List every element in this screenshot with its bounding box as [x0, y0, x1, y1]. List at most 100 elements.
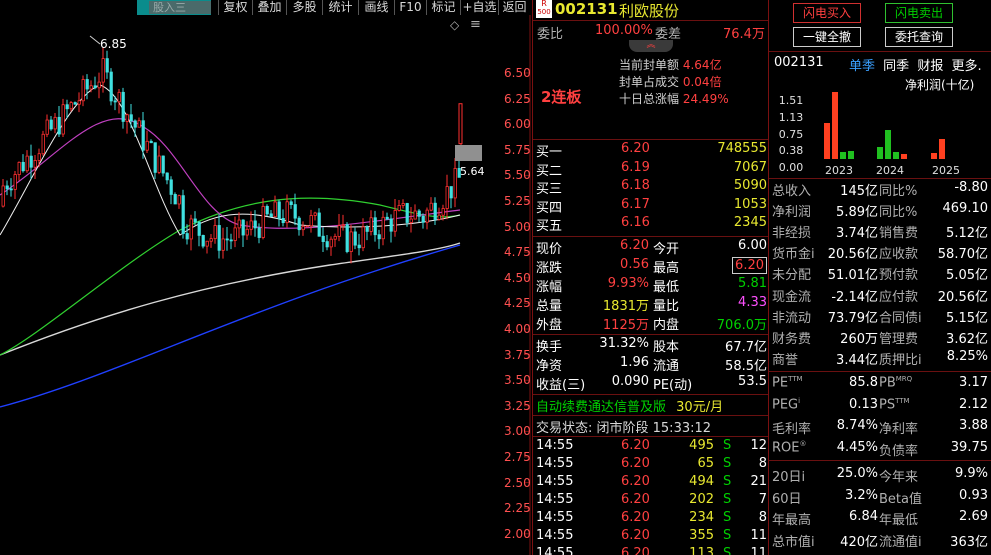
candle-body — [421, 215, 425, 223]
candle-body — [369, 217, 373, 232]
tick-count: 11 — [750, 528, 767, 543]
candle-body — [397, 205, 401, 211]
candle-body — [321, 235, 325, 242]
candle-body — [385, 216, 389, 220]
candle-body — [169, 179, 173, 195]
perf-value: 2.69 — [959, 509, 988, 524]
fin-row: 现金流 -2.14亿 应付款 20.56亿 — [769, 286, 991, 305]
tick-time: 14:55 — [536, 510, 574, 525]
chart-period-label: 股入三 — [149, 1, 211, 14]
order-book-volume: 5090 — [733, 178, 767, 194]
fin-value: 5.15亿 — [946, 310, 988, 326]
fin-label: 合同债i — [879, 310, 922, 326]
ad-row[interactable]: 自动续费通达信普及版 30元/月 — [536, 396, 723, 415]
candle-body — [113, 100, 117, 103]
fin-label: 应付款 — [879, 289, 919, 305]
candle-body — [181, 195, 185, 234]
tick-row: 14:55 6.20 234 S 8 — [533, 510, 769, 527]
candle-body — [293, 204, 297, 219]
tab-more[interactable]: 更多. — [951, 59, 981, 74]
valuation-value: 8.74% — [836, 418, 878, 433]
tick-side: S — [723, 510, 732, 525]
fin-value: 51.01亿 — [827, 268, 878, 284]
candle-body — [237, 219, 241, 229]
toolbar-button-3[interactable]: 统计 — [322, 0, 358, 15]
tick-price: 6.20 — [621, 456, 650, 471]
candle-body — [205, 240, 209, 247]
candle-body — [77, 100, 81, 105]
fin-label: 财务费 — [772, 331, 812, 347]
perf-label: 总市值i — [772, 534, 815, 550]
quote-value: 0.56 — [620, 257, 649, 272]
order-query-button[interactable]: 委托查询 — [885, 27, 953, 47]
toolbar-button-2[interactable]: 多股 — [286, 0, 322, 15]
tab-same-quarter[interactable]: 同季 — [883, 59, 909, 74]
ma-white-thin — [0, 84, 461, 236]
candle-body — [9, 188, 13, 191]
fin-label: 管理费 — [879, 331, 919, 347]
valuation-value: 85.8 — [849, 375, 878, 390]
candle-body — [193, 218, 197, 223]
quote-label: 涨跌 — [536, 261, 563, 276]
price-tick: 4.00 — [504, 322, 531, 336]
toolbar-button-1[interactable]: 叠加 — [252, 0, 286, 15]
seal-amount-value: 4.64亿 — [682, 58, 722, 72]
order-book-row[interactable]: 买三 6.18 5090 — [533, 178, 769, 197]
order-book-row[interactable]: 买五 6.16 2345 — [533, 215, 769, 234]
fin-label: 同比% — [879, 205, 918, 221]
candle-body — [281, 218, 285, 224]
order-book-row[interactable]: 买四 6.17 1053 — [533, 197, 769, 216]
toolbar-button-5[interactable]: F10 — [394, 0, 426, 15]
menu-icon[interactable]: ≡ — [470, 17, 481, 32]
kline-chart[interactable]: 6.50 6.25 6.00 5.75 5.50 5.25 5.00 4.75 4.50 4.25… — [0, 15, 532, 555]
tab-report[interactable]: 财报 — [917, 59, 943, 74]
order-book-row[interactable]: 买二 6.19 7067 — [533, 160, 769, 179]
cancel-all-button[interactable]: 一键全撤 — [793, 27, 861, 47]
tick-price: 6.20 — [621, 474, 650, 489]
candle-body — [129, 114, 133, 122]
fin-label: 应收款 — [879, 247, 919, 263]
candle-body — [265, 205, 269, 215]
flash-buy-button[interactable]: 闪电买入 — [793, 3, 861, 23]
fin-tabs: 单季 同季 财报 更多. — [849, 55, 982, 74]
fin-value: 5.89亿 — [836, 205, 878, 221]
candle-body — [233, 227, 237, 241]
candle-body — [33, 160, 37, 168]
candle-body — [273, 201, 277, 218]
ma-blue — [0, 244, 461, 408]
tick-row: 14:55 6.20 355 S 11 — [533, 528, 769, 545]
order-book-row[interactable]: 买一 6.20 748555 — [533, 141, 769, 160]
candle-body — [373, 217, 377, 236]
toolbar-button-0[interactable]: 复权 — [218, 0, 252, 15]
tick-side: S — [723, 528, 732, 543]
candle-body — [409, 218, 413, 223]
candle-body — [73, 102, 77, 105]
candle-body — [217, 225, 221, 251]
basics-label: 净资 — [536, 359, 563, 374]
candle-body — [333, 236, 337, 240]
tick-count: 8 — [758, 456, 767, 471]
collapse-icon[interactable]: ︽ — [629, 40, 673, 52]
candle-body — [229, 239, 233, 242]
seal-amount-label: 当前封单额 — [619, 58, 680, 72]
toolbar-button-4[interactable]: 画线 — [358, 0, 394, 15]
quote-row: 总量 1831万 量比 4.33 — [533, 295, 769, 314]
ma-white — [0, 242, 461, 356]
valuation-label-text: 毛利率 — [772, 422, 812, 437]
order-book-volume: 748555 — [717, 141, 767, 156]
flash-sell-button[interactable]: 闪电卖出 — [885, 3, 953, 23]
toolbar-button-7[interactable]: +自选 — [460, 0, 498, 15]
quote-value: 6.20 — [732, 257, 767, 274]
toolbar-button-6[interactable]: 标记 — [426, 0, 460, 15]
diamond-icon[interactable]: ◇ — [450, 18, 459, 32]
valuation-label: PBMRQ — [879, 375, 912, 390]
valuation-label-sup: ® — [799, 439, 807, 448]
chart-period-selector[interactable]: 股入三 — [137, 0, 211, 15]
tick-row: 14:55 6.20 494 S 21 — [533, 474, 769, 491]
candle-body — [253, 220, 257, 229]
tab-single-quarter[interactable]: 单季 — [849, 59, 875, 74]
candle-body — [89, 85, 93, 90]
valuation-value: 4.45% — [836, 439, 878, 455]
toolbar-button-8[interactable]: 返回 — [498, 0, 530, 15]
net-profit-chart: 1.51 1.13 0.75 0.38 0.00 2023 2024 2025 — [779, 92, 960, 177]
